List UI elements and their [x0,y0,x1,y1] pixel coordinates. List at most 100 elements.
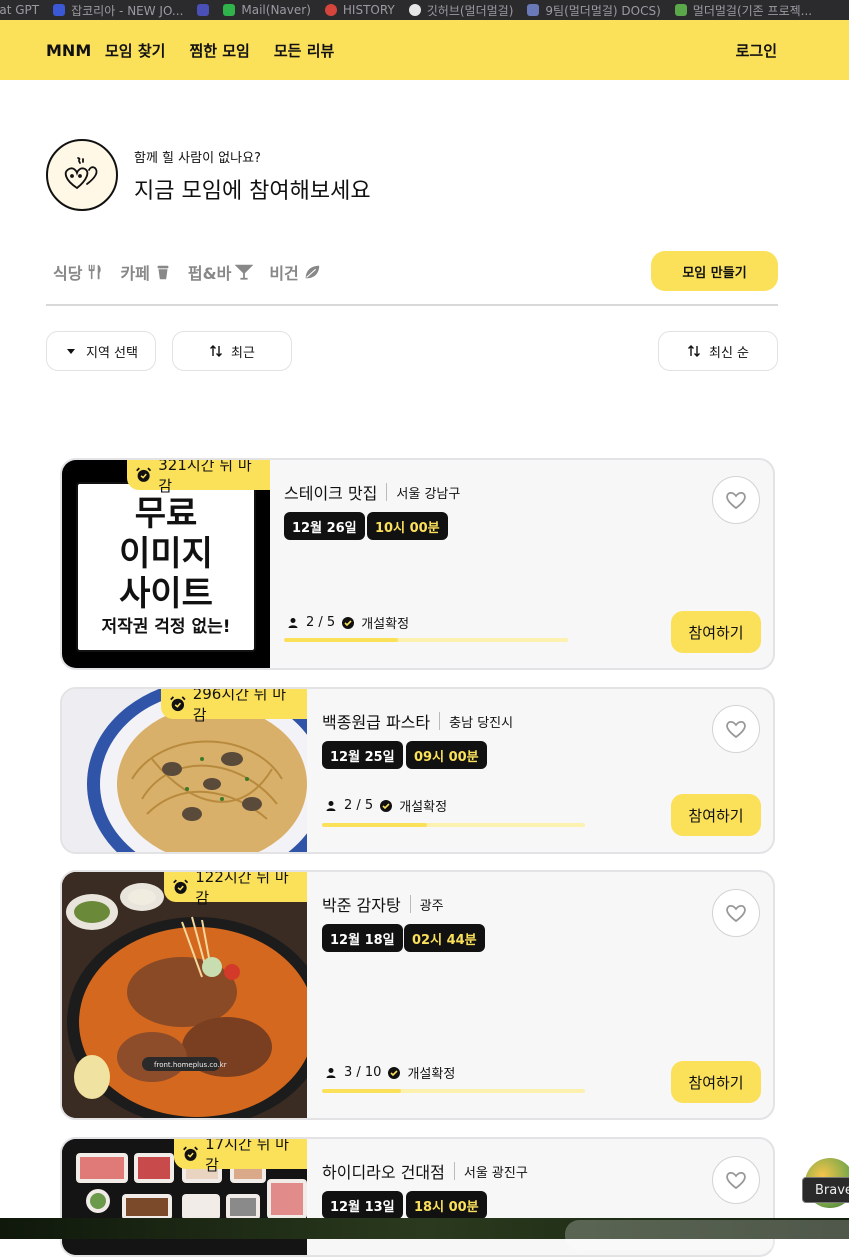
date-chip: 12월 18일 [322,924,403,952]
poster-caption: 저작권 걱정 없는! [101,617,231,637]
meeting-name: 백종원급 파스타 [322,713,431,732]
category-pub-bar[interactable]: 펍&바 [188,260,254,284]
bookmark-item[interactable]: HISTORY [324,3,395,17]
bookmark-item[interactable]: iat GPT [0,3,39,17]
participant-count: 3 / 10 [344,1065,382,1080]
like-button[interactable] [712,1156,760,1204]
bookmark-favicon-icon [527,4,540,16]
category-restaurant[interactable]: 식당 [53,260,104,284]
create-meeting-button[interactable]: 모임 만들기 [651,251,778,291]
meeting-location: 충남 당진시 [449,715,514,731]
meeting-name: 박준 감자탕 [322,896,401,915]
capacity-progress-fill [322,1089,401,1093]
time-chip: 09시 00분 [406,741,487,769]
bookmark-label: 멀더멀걸(기존 프로젝... [692,3,813,18]
heart-icon [726,1171,746,1190]
nav-all-reviews[interactable]: 모든 리뷰 [274,40,334,61]
status-text: 개설확정 [399,800,448,815]
meeting-meta: 2 / 5 개설확정 [286,613,409,632]
meeting-thumbnail: 무료 이미지 사이트 저작권 걱정 없는! 321시간 뒤 마감 [62,460,270,668]
status-text: 개설확정 [361,617,410,632]
bookmark-label: 잡코리아 - NEW JO... [71,3,184,18]
cup-icon [157,265,169,280]
site-header: MNM 모임 찾기 찜한 모임 모든 리뷰 로그인 [0,20,849,80]
capacity-progress-bar [322,823,585,827]
login-link[interactable]: 로그인 [736,40,777,61]
alarm-clock-icon [173,879,189,894]
check-circle-icon [380,799,393,812]
region-filter-dropdown[interactable]: 지역 선택 [46,331,156,371]
nav-saved-meetings[interactable]: 찜한 모임 [189,40,249,61]
deadline-text: 17시간 뒤 마감 [205,1139,289,1174]
main-nav: 모임 찾기 찜한 모임 모든 리뷰 [105,40,334,61]
meeting-card[interactable]: front.homeplus.co.kr 122시간 뒤 마감 박준 감자탕 광… [60,870,775,1120]
poster-text: 이미지 [119,534,213,574]
deadline-badge: 321시간 뒤 마감 [127,460,270,495]
heart-icon [726,491,746,510]
category-label: 카페 [120,264,150,283]
leaf-icon [305,265,319,279]
image-watermark: front.homeplus.co.kr [154,1061,227,1069]
status-text: 개설확정 [407,1067,456,1082]
caret-down-icon [67,349,75,354]
poster-text: 무료 [134,494,198,534]
participant-count: 2 / 5 [344,798,374,813]
capacity-progress-fill [322,823,428,827]
meeting-thumbnail: front.homeplus.co.kr 122시간 뒤 마감 [62,872,307,1118]
meeting-title-row: 스테이크 맛집 서울 강남구 [284,480,460,504]
region-filter-label: 지역 선택 [86,345,138,361]
gamjatang-image: front.homeplus.co.kr [62,872,307,1118]
bookmark-item[interactable] [197,4,210,16]
date-chip: 12월 25일 [322,741,403,769]
bookmark-item[interactable]: 잡코리아 - NEW JO... [53,2,183,19]
check-circle-icon [342,616,355,629]
bookmark-item[interactable]: 멀더멀걸(기존 프로젝... [674,2,813,19]
meeting-name: 스테이크 맛집 [284,484,378,503]
category-cafe[interactable]: 카페 [120,260,171,284]
meeting-title-row: 하이디라오 건대점 서울 광진구 [322,1159,528,1183]
capacity-progress-bar [284,638,568,642]
deadline-badge: 122시간 뒤 마감 [164,872,307,907]
join-button[interactable]: 참여하기 [671,611,761,653]
participant-count: 2 / 5 [306,615,336,630]
meeting-card[interactable]: 무료 이미지 사이트 저작권 걱정 없는! 321시간 뒤 마감 스테이크 맛집… [60,458,775,670]
join-button[interactable]: 참여하기 [671,1061,761,1103]
time-chip: 02시 44분 [404,924,485,952]
thumbnail-poster: 무료 이미지 사이트 저작권 걱정 없는! [76,482,256,652]
time-chip: 18시 00분 [406,1191,487,1219]
deadline-badge: 296시간 뒤 마감 [161,689,307,724]
category-vegan[interactable]: 비건 [269,260,320,284]
meeting-title-row: 백종원급 파스타 충남 당진시 [322,709,513,733]
logo[interactable]: MNM [46,41,91,60]
sort-order-button[interactable]: 최신 순 [658,331,778,371]
meeting-thumbnail: 296시간 뒤 마감 [62,689,307,852]
alarm-clock-icon [136,467,152,482]
join-button[interactable]: 참여하기 [671,794,761,836]
bookmark-item[interactable]: Mail(Naver) [223,3,311,17]
like-button[interactable] [712,705,760,753]
like-button[interactable] [712,476,760,524]
bookmark-item[interactable]: 깃허브(멀더멀걸) [408,2,513,19]
meeting-location: 서울 강남구 [396,486,461,502]
bookmarks-bar: iat GPT 잡코리아 - NEW JO... Mail(Naver) HIS… [0,0,849,20]
heart-icon [726,904,746,923]
sort-arrows-icon [210,345,223,357]
hero-title: 지금 모임에 참여해보세요 [134,179,371,204]
like-button[interactable] [712,889,760,937]
bookmark-label: HISTORY [342,3,395,17]
meeting-name: 하이디라오 건대점 [322,1163,445,1182]
nav-find-meetings[interactable]: 모임 찾기 [105,40,165,61]
deadline-text: 296시간 뒤 마감 [192,689,287,724]
bookmark-favicon-icon [674,4,687,16]
bookmark-favicon-icon [53,4,66,16]
bookmark-item[interactable]: 9팀(멀더멀걸) DOCS) [527,2,661,19]
sort-arrows-icon [687,345,700,357]
person-icon [288,617,298,628]
alarm-clock-icon [183,1146,199,1161]
person-icon [326,1067,336,1078]
meeting-card[interactable]: 296시간 뒤 마감 백종원급 파스타 충남 당진시 12월 25일 09시 0… [60,687,775,854]
heart-icon [726,720,746,739]
recent-filter-button[interactable]: 최근 [172,331,292,371]
divider [46,304,778,306]
cocktail-icon [235,264,254,280]
